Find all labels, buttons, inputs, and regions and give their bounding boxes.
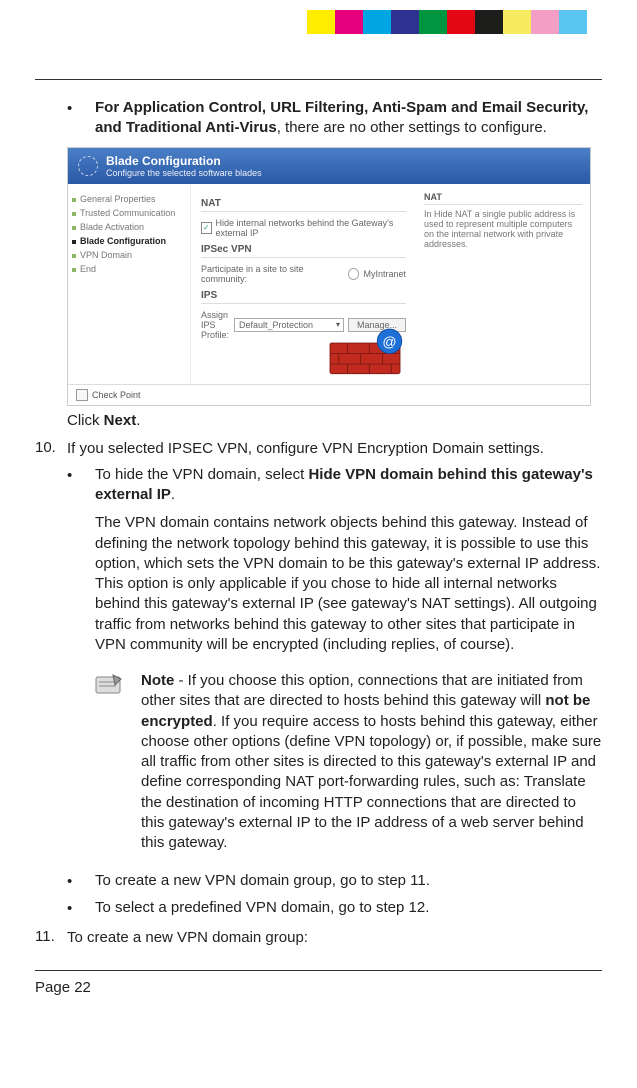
page-footer: Page 22 xyxy=(35,970,602,1012)
community-icon xyxy=(348,268,359,280)
screenshot-right-panel: NAT In Hide NAT a single public address … xyxy=(416,184,590,384)
next-bold: Next xyxy=(104,412,137,429)
stripe xyxy=(391,10,419,34)
hide-networks-label: Hide internal networks behind the Gatewa… xyxy=(216,218,406,238)
ipsec-section-title: IPSec VPN xyxy=(201,244,406,258)
sidebar-item[interactable]: Trusted Communication xyxy=(74,206,184,220)
stripe xyxy=(307,10,335,34)
ipsec-community-value: MyIntranet xyxy=(363,269,406,279)
click-next-post: . xyxy=(136,412,140,429)
stripe xyxy=(503,10,531,34)
bullet-dot: • xyxy=(67,98,95,139)
nat-section-title: NAT xyxy=(201,198,406,212)
bullet-app-control: For Application Control, URL Filtering, … xyxy=(95,98,602,139)
bullet-app-control-rest: , there are no other settings to configu… xyxy=(277,119,547,136)
note-bold: Note xyxy=(141,672,174,689)
stripe xyxy=(419,10,447,34)
note-text: Note - If you choose this option, connec… xyxy=(141,671,602,853)
note-mid1: - If you choose this option, connections… xyxy=(141,672,583,709)
sidebar-item[interactable]: VPN Domain xyxy=(74,248,184,262)
screenshot-sidebar: General Properties Trusted Communication… xyxy=(68,184,191,384)
hide-networks-checkbox[interactable]: ✓ xyxy=(201,222,212,234)
screenshot-main: NAT ✓ Hide internal networks behind the … xyxy=(191,184,416,384)
note-mid2: . If you require access to hosts behind … xyxy=(141,713,601,852)
vpn-domain-paragraph: The VPN domain contains network objects … xyxy=(95,513,602,655)
firewall-icon: @ xyxy=(320,308,410,378)
ips-label: Assign IPS Profile: xyxy=(201,310,230,340)
page-number: Page 22 xyxy=(35,979,91,996)
stripe xyxy=(363,10,391,34)
ips-section-title: IPS xyxy=(201,290,406,304)
sidebar-item-selected[interactable]: Blade Configuration xyxy=(74,234,184,248)
screenshot-header: Blade Configuration Configure the select… xyxy=(68,148,590,184)
bullet-dot: • xyxy=(67,898,95,918)
header-rule xyxy=(35,79,602,80)
bullet-hide-vpn-post: . xyxy=(171,486,175,503)
stripe xyxy=(447,10,475,34)
bullet-hide-vpn-pre: To hide the VPN domain, select xyxy=(95,466,308,483)
sidebar-item[interactable]: End xyxy=(74,262,184,276)
screenshot-subtitle: Configure the selected software blades xyxy=(106,168,262,178)
bullet-step12-ref: To select a predefined VPN domain, go to… xyxy=(95,898,602,918)
gear-icon xyxy=(78,156,98,176)
color-stripes xyxy=(0,10,637,34)
checkpoint-logo-icon xyxy=(76,389,88,401)
note-icon xyxy=(95,671,125,853)
svg-text:@: @ xyxy=(382,333,396,349)
right-nat-title: NAT xyxy=(424,192,582,205)
click-next-text: Click Next. xyxy=(67,412,602,429)
sidebar-item[interactable]: Blade Activation xyxy=(74,220,184,234)
stripe xyxy=(335,10,363,34)
step-11-text: To create a new VPN domain group: xyxy=(67,928,602,948)
bullet-hide-vpn: To hide the VPN domain, select Hide VPN … xyxy=(95,465,602,506)
stripe xyxy=(531,10,559,34)
step-11-number: 11. xyxy=(35,928,67,948)
stripe xyxy=(559,10,587,34)
screenshot-title: Blade Configuration xyxy=(106,154,262,168)
step-10-text: If you selected IPSEC VPN, configure VPN… xyxy=(67,439,602,459)
screenshot-footer: Check Point xyxy=(68,384,590,405)
right-nat-text: In Hide NAT a single public address is u… xyxy=(424,209,582,249)
stripe xyxy=(475,10,503,34)
bullet-step11-ref: To create a new VPN domain group, go to … xyxy=(95,871,602,891)
ipsec-label: Participate in a site to site community: xyxy=(201,264,344,284)
checkpoint-label: Check Point xyxy=(92,390,141,400)
bullet-dot: • xyxy=(67,871,95,891)
bullet-dot: • xyxy=(67,465,95,506)
click-next-pre: Click xyxy=(67,412,104,429)
step-10-number: 10. xyxy=(35,439,67,459)
sidebar-item[interactable]: General Properties xyxy=(74,192,184,206)
blade-config-screenshot: Blade Configuration Configure the select… xyxy=(67,147,602,406)
